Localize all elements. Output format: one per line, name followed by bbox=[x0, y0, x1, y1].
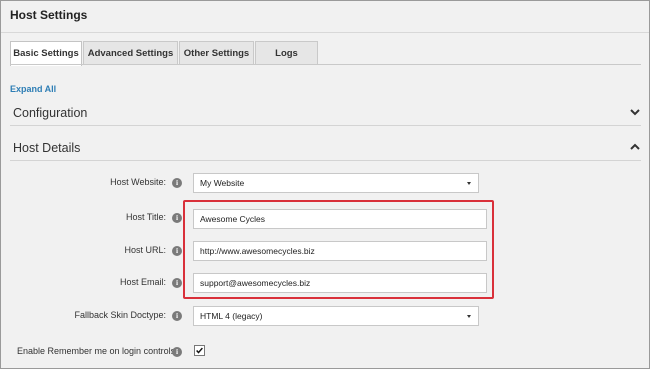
tab-bar-divider bbox=[10, 64, 641, 65]
tab-other-settings[interactable]: Other Settings bbox=[179, 41, 254, 64]
section-divider bbox=[10, 160, 641, 161]
host-email-input[interactable]: support@awesomecycles.biz bbox=[193, 273, 487, 293]
host-email-label: Host Email: bbox=[119, 277, 166, 287]
info-icon[interactable]: i bbox=[172, 213, 182, 223]
checkmark-icon bbox=[196, 347, 203, 354]
section-configuration-header[interactable]: Configuration bbox=[10, 104, 641, 126]
host-url-label: Host URL: bbox=[124, 245, 166, 255]
host-title-input[interactable]: Awesome Cycles bbox=[193, 209, 487, 229]
host-website-select[interactable]: My Website bbox=[193, 173, 479, 193]
chevron-up-icon bbox=[630, 143, 640, 150]
fallback-skin-doctype-value: HTML 4 (legacy) bbox=[200, 311, 263, 321]
host-website-label: Host Website: bbox=[110, 177, 166, 187]
tab-logs[interactable]: Logs bbox=[255, 41, 318, 64]
info-icon[interactable]: i bbox=[172, 246, 182, 256]
page-title: Host Settings bbox=[10, 8, 88, 22]
section-divider bbox=[10, 125, 641, 126]
chevron-down-icon bbox=[630, 109, 640, 116]
title-divider bbox=[1, 32, 649, 33]
expand-all-link[interactable]: Expand All bbox=[10, 84, 56, 94]
host-url-input[interactable]: http://www.awesomecycles.biz bbox=[193, 241, 487, 261]
tab-advanced-settings[interactable]: Advanced Settings bbox=[83, 41, 178, 64]
info-icon[interactable]: i bbox=[172, 311, 182, 321]
tab-basic-settings[interactable]: Basic Settings bbox=[10, 41, 82, 66]
section-configuration-label: Configuration bbox=[13, 106, 88, 120]
fallback-skin-doctype-label: Fallback Skin Doctype: bbox=[74, 310, 166, 320]
remember-me-checkbox[interactable] bbox=[194, 345, 205, 356]
host-website-value: My Website bbox=[200, 178, 245, 188]
section-host-details-header[interactable]: Host Details bbox=[10, 139, 641, 161]
host-settings-panel: Host Settings Basic Settings Advanced Se… bbox=[0, 0, 650, 369]
remember-me-label: Enable Remember me on login controls? bbox=[17, 346, 181, 356]
caret-down-icon bbox=[467, 182, 471, 185]
info-icon[interactable]: i bbox=[172, 278, 182, 288]
caret-down-icon bbox=[467, 315, 471, 318]
info-icon[interactable]: i bbox=[172, 347, 182, 357]
host-title-label: Host Title: bbox=[125, 212, 166, 222]
section-host-details-label: Host Details bbox=[13, 141, 81, 155]
fallback-skin-doctype-select[interactable]: HTML 4 (legacy) bbox=[193, 306, 479, 326]
info-icon[interactable]: i bbox=[172, 178, 182, 188]
